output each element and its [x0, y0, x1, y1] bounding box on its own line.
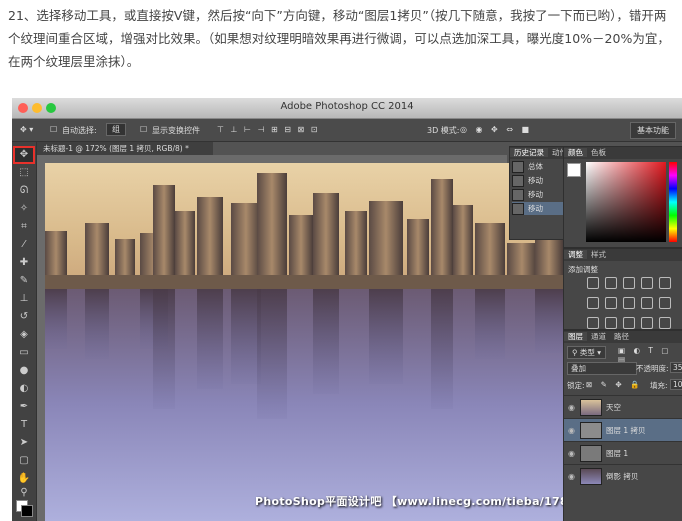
posterize-icon[interactable]	[605, 317, 617, 329]
instruction-text: 21、选择移动工具，或直接按V键，然后按“向下”方向键，移动“图层1拷贝”（按几…	[8, 8, 670, 69]
layer-row[interactable]: ◉ 天空	[564, 395, 682, 418]
layer-row[interactable]: ◉ 图层 1 拷贝	[564, 418, 682, 441]
tab-paths[interactable]: 路径	[610, 332, 633, 341]
rectangle-tool-icon[interactable]: ▢	[15, 454, 33, 468]
tab-swatches[interactable]: 色板	[587, 148, 610, 157]
gradient-tool-icon[interactable]: ▭	[15, 346, 33, 360]
app-title: Adobe Photoshop CC 2014	[280, 101, 414, 112]
opacity-field[interactable]: 35%	[670, 362, 682, 373]
eye-icon[interactable]: ◉	[568, 472, 575, 481]
gradient-map-icon[interactable]	[641, 317, 653, 329]
layer-filter-dropdown[interactable]: ⚲ 类型 ▾	[567, 346, 607, 359]
lasso-tool-icon[interactable]: ᘏ	[15, 184, 33, 198]
adjustments-tabs: 调整 样式	[564, 249, 682, 261]
blend-mode-dropdown[interactable]: 叠加	[567, 362, 637, 375]
document-canvas[interactable]: PhotoShop平面设计吧 【www.linecg.com/tieba/178…	[45, 163, 563, 521]
magic-wand-icon[interactable]: ✧	[15, 202, 33, 216]
tab-history[interactable]: 历史记录	[510, 148, 548, 157]
color-panel-tabs: 颜色 色板	[564, 147, 682, 159]
marquee-tool-icon[interactable]: ⬚	[15, 166, 33, 180]
levels-icon[interactable]	[605, 277, 617, 289]
opacity-label: 不透明度:	[636, 364, 669, 373]
healing-brush-icon[interactable]: ✚	[15, 256, 33, 270]
brightness-icon[interactable]	[587, 277, 599, 289]
black-white-icon[interactable]	[623, 297, 635, 309]
auto-select-checkbox[interactable]: ☐	[50, 125, 57, 134]
lock-icons[interactable]: ⊠ ✎ ✥ 🔒	[586, 380, 642, 389]
color-panel: 颜色 色板	[563, 146, 682, 248]
tab-color[interactable]: 颜色	[564, 148, 587, 157]
layer-thumbnail	[580, 399, 602, 416]
layer-thumbnail	[580, 468, 602, 485]
exposure-icon[interactable]	[641, 277, 653, 289]
threshold-icon[interactable]	[623, 317, 635, 329]
history-brush-icon[interactable]: ↺	[15, 310, 33, 324]
selective-color-icon[interactable]	[659, 317, 671, 329]
layer-thumbnail	[580, 422, 602, 439]
workspace-switcher[interactable]: 基本功能	[630, 122, 676, 139]
auto-select-dropdown[interactable]: 组	[106, 123, 126, 136]
watermark-text: PhotoShop平面设计吧 【www.linecg.com/tieba/178…	[255, 495, 563, 508]
align-icons[interactable]: ⊤ ⊥ ⊢ ⊣ ⊞ ⊟ ⊠ ⊡	[217, 125, 320, 134]
move-tool-icon[interactable]: ✥	[13, 146, 35, 164]
adjustment-icons	[584, 275, 674, 335]
photo-filter-icon[interactable]	[641, 297, 653, 309]
show-transform-checkbox[interactable]: ☐	[140, 125, 147, 134]
eye-icon[interactable]: ◉	[568, 449, 575, 458]
dodge-tool-icon[interactable]: ◐	[15, 382, 33, 396]
vertical-ruler	[37, 163, 45, 521]
blur-tool-icon[interactable]: ●	[15, 364, 33, 378]
curves-icon[interactable]	[623, 277, 635, 289]
tab-styles[interactable]: 样式	[587, 250, 610, 259]
horizontal-ruler	[37, 155, 507, 163]
layers-tabs: 图层 通道 路径	[564, 331, 682, 343]
auto-select-label: 自动选择:	[62, 126, 97, 135]
invert-icon[interactable]	[587, 317, 599, 329]
color-fg-swatch[interactable]	[567, 163, 581, 177]
options-bar: ✥ ▾ ☐ 自动选择: 组 ☐ 显示变换控件 ⊤ ⊥ ⊢ ⊣ ⊞ ⊟ ⊠ ⊡ 3…	[12, 119, 682, 142]
brush-tool-icon[interactable]: ✎	[15, 274, 33, 288]
add-adjustment-label: 添加调整	[568, 265, 598, 274]
hue-slider[interactable]	[669, 162, 677, 242]
layer-thumbnail	[580, 445, 602, 462]
document-tab[interactable]: 未标题-1 @ 172% (图层 1 拷贝, RGB/8) *	[37, 142, 213, 155]
city-reflection-image	[45, 163, 563, 521]
type-tool-icon[interactable]: T	[15, 418, 33, 432]
hue-saturation-icon[interactable]	[587, 297, 599, 309]
crop-tool-icon[interactable]: ⌗	[15, 220, 33, 234]
path-select-icon[interactable]: ➤	[15, 436, 33, 450]
3d-mode-icons[interactable]: ◎ ◉ ✥ ⇔ ■	[460, 125, 532, 134]
clone-stamp-icon[interactable]: ⊥	[15, 292, 33, 306]
zoom-tool-icon[interactable]: ⚲	[15, 486, 33, 500]
move-tool-preset-icon[interactable]: ✥ ▾	[20, 125, 33, 134]
show-transform-label: 显示变换控件	[152, 126, 200, 135]
tab-layers[interactable]: 图层	[564, 332, 587, 341]
adjustments-panel: 调整 样式 添加调整	[563, 248, 682, 330]
fill-label: 填充:	[650, 381, 668, 390]
tab-channels[interactable]: 通道	[587, 332, 610, 341]
layer-row[interactable]: ◉ 倒影 拷贝	[564, 464, 682, 487]
mode-3d-label: 3D 模式:	[427, 126, 460, 135]
eyedropper-icon[interactable]: ⁄	[15, 238, 33, 252]
pen-tool-icon[interactable]: ✒	[15, 400, 33, 414]
channel-mixer-icon[interactable]	[659, 297, 671, 309]
color-balance-icon[interactable]	[605, 297, 617, 309]
layer-row[interactable]: ◉ 图层 1	[564, 441, 682, 464]
vibrance-icon[interactable]	[659, 277, 671, 289]
title-bar: Adobe Photoshop CC 2014	[12, 98, 682, 119]
background-color-swatch[interactable]	[21, 505, 33, 517]
layers-panel: 图层通道路径 ⚲ 类型 ▾ ▣ ◐ T ▢ ▤ 叠加 不透明度: 35% 锁定:…	[563, 330, 682, 521]
hand-tool-icon[interactable]: ✋	[15, 472, 33, 486]
eraser-tool-icon[interactable]: ◈	[15, 328, 33, 342]
fill-field[interactable]: 100%	[670, 379, 682, 390]
eye-icon[interactable]: ◉	[568, 426, 575, 435]
eye-icon[interactable]: ◉	[568, 403, 575, 412]
tools-panel: ✥ ⬚ ᘏ ✧ ⌗ ⁄ ✚ ✎ ⊥ ↺ ◈ ▭ ● ◐ ✒ T ➤ ▢ ✋ ⚲	[12, 142, 37, 521]
tab-adjustments[interactable]: 调整	[564, 250, 587, 259]
color-picker-field[interactable]	[586, 162, 666, 242]
lock-label: 锁定:	[567, 381, 585, 390]
photoshop-window: Adobe Photoshop CC 2014 ✥ ▾ ☐ 自动选择: 组 ☐ …	[12, 98, 682, 521]
